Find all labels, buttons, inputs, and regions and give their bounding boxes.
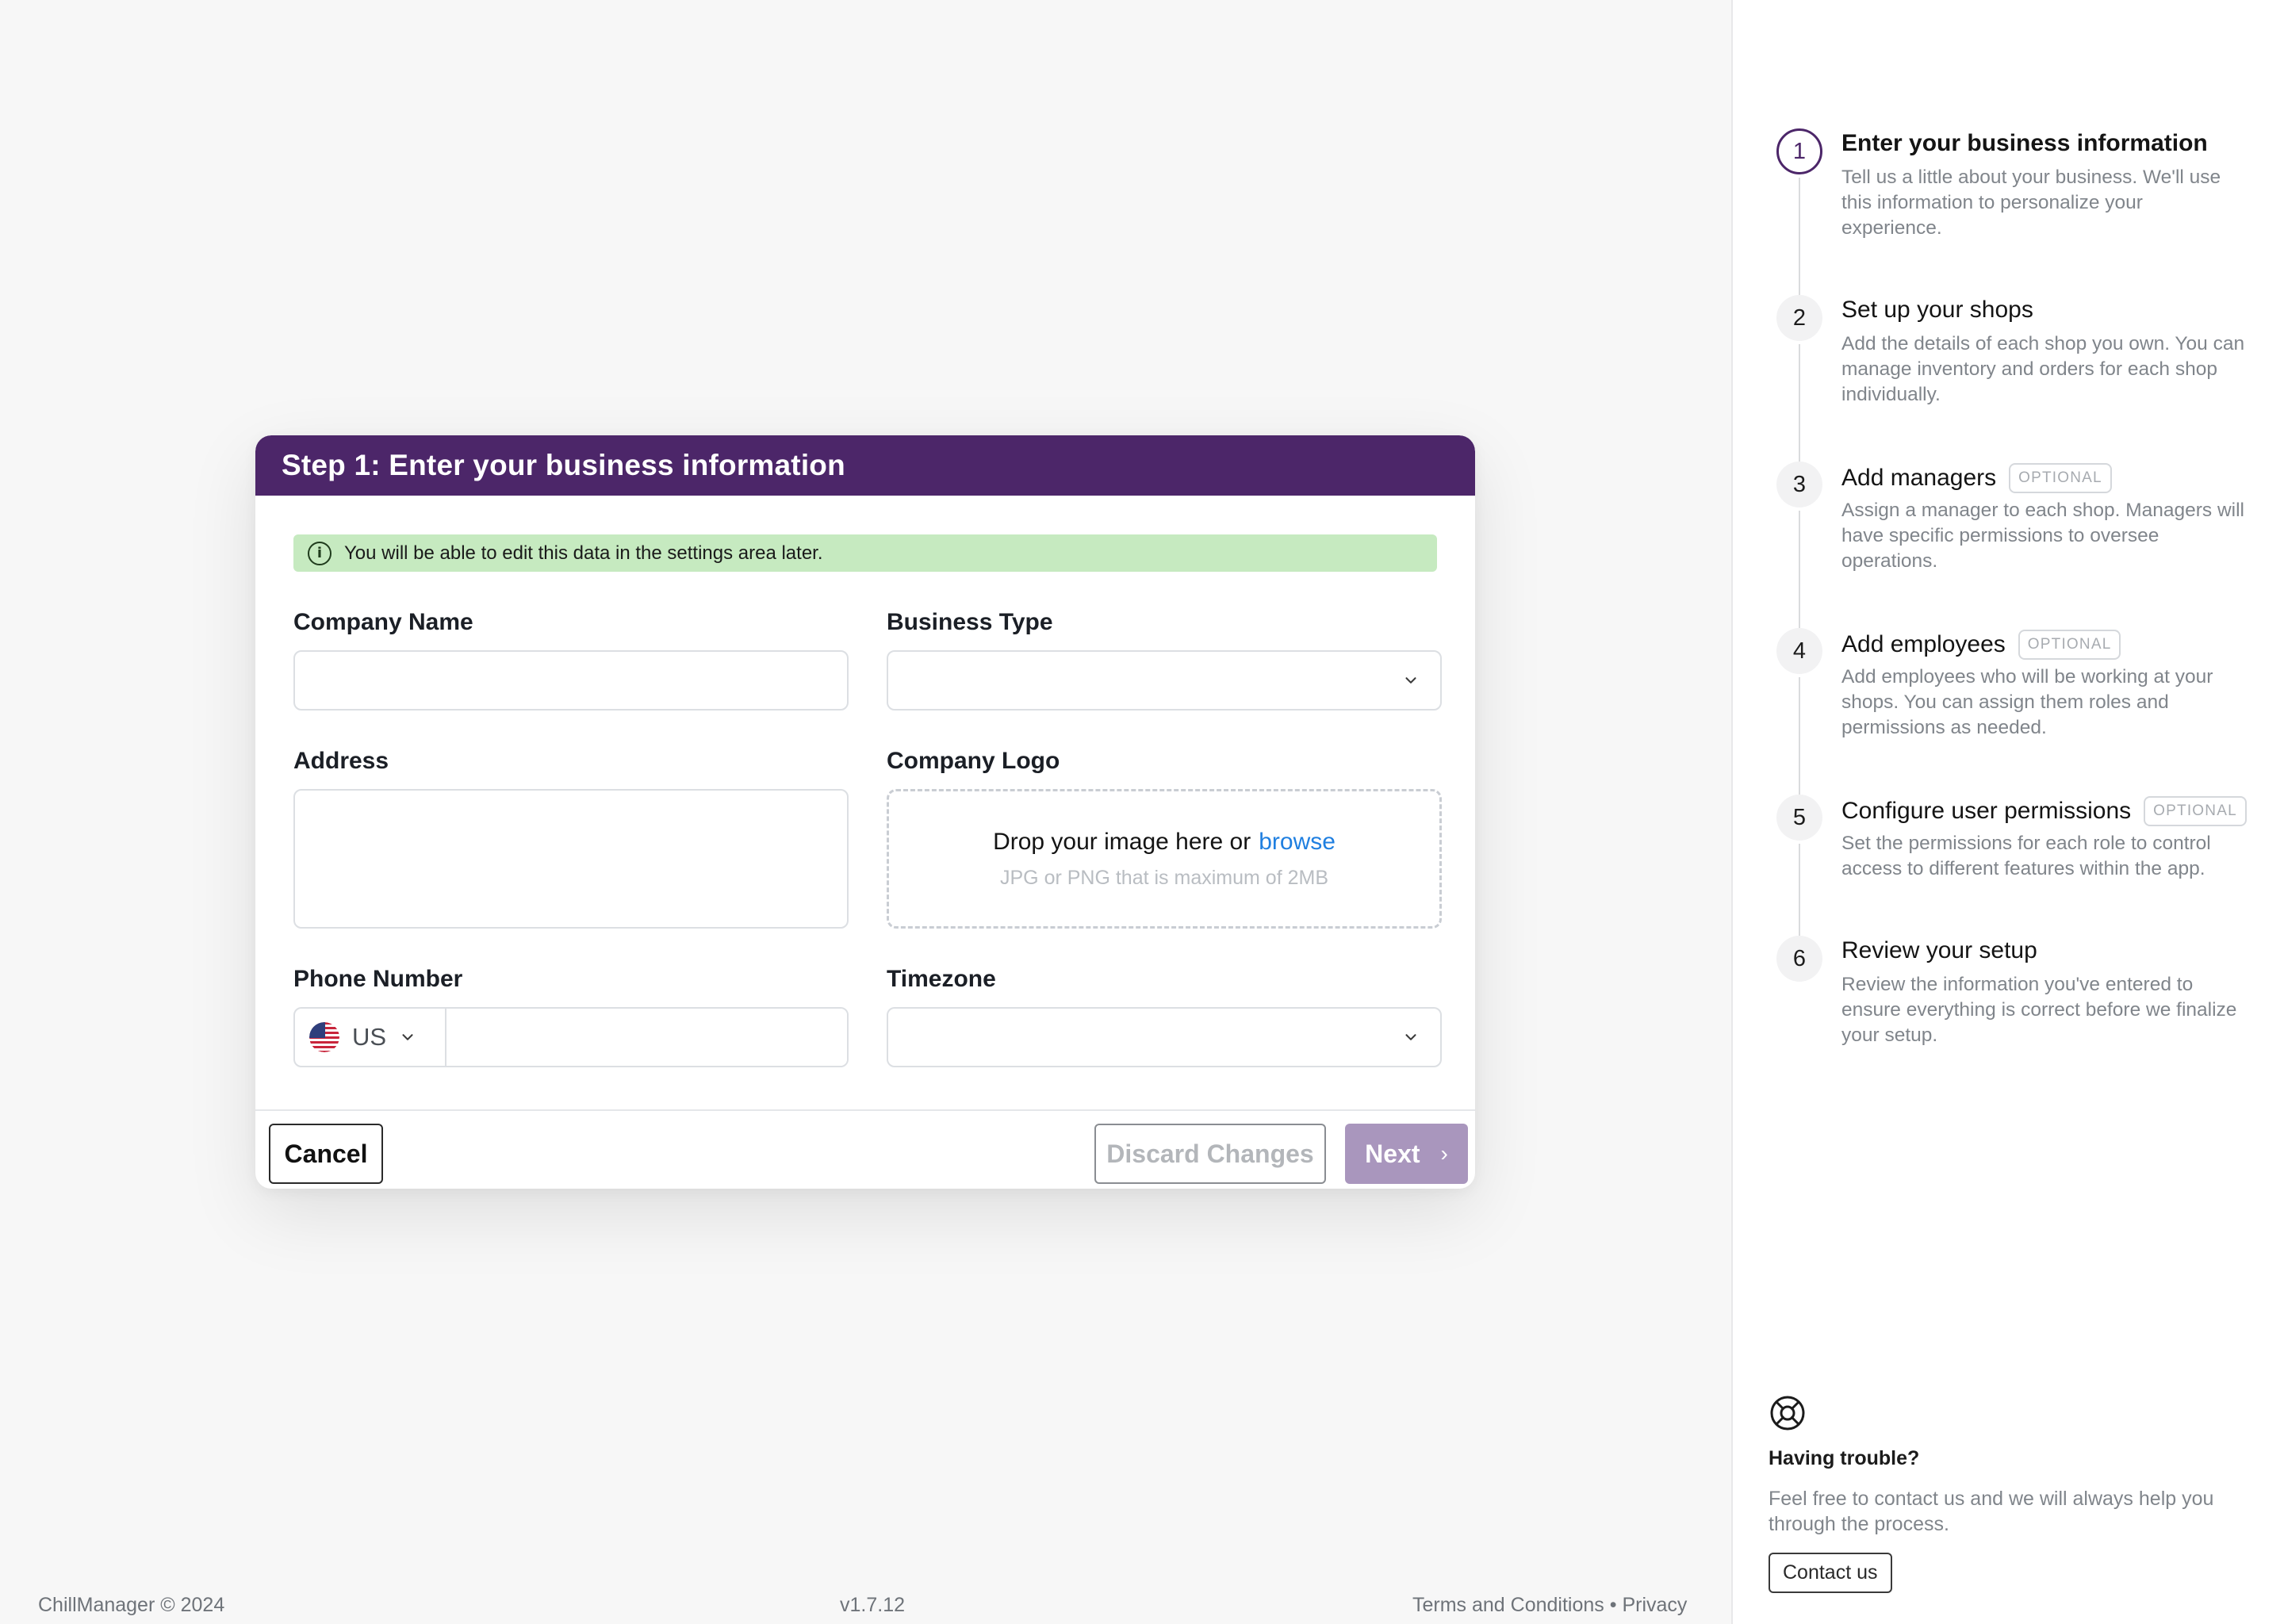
step-title-row: Review your setup (1841, 937, 2037, 964)
chevron-right-icon: › (1440, 1141, 1448, 1166)
card-footer: Cancel Discard Changes Next › (255, 1109, 1475, 1189)
contact-us-button[interactable]: Contact us (1769, 1553, 1892, 1593)
phone-number-input[interactable] (446, 1009, 847, 1066)
setup-steps-sidebar: 1 Enter your business information Tell us … (1731, 0, 2284, 1624)
step-number: 3 (1776, 462, 1822, 508)
discard-changes-button[interactable]: Discard Changes (1094, 1124, 1326, 1184)
step-title: Add managers (1841, 465, 1997, 491)
step-description: Add the details of each shop you own. Yo… (1841, 333, 2245, 405)
phone-input-wrap (446, 1009, 847, 1066)
step-description: Assign a manager to each shop. Managers … (1841, 500, 2244, 572)
timezone-label: Timezone (887, 966, 996, 992)
step-connector (1799, 178, 1800, 297)
company-name-label: Company Name (293, 609, 473, 635)
footer-separator: • (1609, 1594, 1617, 1616)
terms-link[interactable]: Terms and Conditions (1412, 1594, 1604, 1616)
logo-dropzone[interactable]: Drop your image here or browse JPG or PNG… (887, 789, 1442, 929)
footer-links: Terms and Conditions • Privacy (1412, 1594, 1687, 1617)
step-description: Add employees who will be working at you… (1841, 666, 2213, 738)
step-number: 1 (1776, 128, 1822, 174)
help-section: Having trouble? Feel free to contact us … (1769, 1394, 2260, 1593)
step-title: Enter your business information (1841, 130, 2208, 156)
business-type-select[interactable] (887, 650, 1442, 710)
dropzone-text: Drop your image here or (993, 828, 1251, 855)
step-connector (1799, 344, 1800, 463)
next-button[interactable]: Next › (1345, 1124, 1468, 1184)
help-text: Feel free to contact us and we will alwa… (1769, 1488, 2214, 1535)
country-code-value: US (352, 1023, 387, 1051)
country-code-select[interactable]: US (295, 1009, 446, 1066)
step-number: 5 (1776, 795, 1822, 841)
company-name-input-box (293, 650, 849, 710)
card-title: Step 1: Enter your business information (282, 449, 845, 481)
step-description: Review the information you've entered to… (1841, 974, 2237, 1046)
next-button-label: Next (1365, 1139, 1420, 1168)
step-title: Configure user permissions (1841, 798, 2132, 824)
chevron-down-icon (1405, 1034, 1416, 1040)
step-number: 2 (1776, 295, 1822, 341)
timezone-select[interactable] (887, 1007, 1442, 1067)
address-label: Address (293, 748, 389, 774)
chevron-down-icon (1405, 677, 1416, 684)
step-number: 4 (1776, 628, 1822, 674)
dropzone-hint: JPG or PNG that is maximum of 2MB (1000, 866, 1328, 889)
company-logo-label: Company Logo (887, 748, 1060, 774)
address-input-box (293, 789, 849, 929)
privacy-link[interactable]: Privacy (1622, 1594, 1687, 1616)
chevron-down-icon (402, 1034, 413, 1040)
step-connector (1799, 511, 1800, 630)
step-description: Set the permissions for each role to con… (1841, 833, 2211, 879)
info-icon: i (308, 541, 331, 565)
version-text: v1.7.12 (840, 1594, 906, 1616)
browse-link[interactable]: browse (1259, 829, 1336, 855)
step-title: Add employees (1841, 631, 2006, 657)
step-title-row: Enter your business information (1841, 130, 2208, 157)
lifebuoy-icon (1770, 1396, 1805, 1431)
main-area: Step 1: Enter your business information … (0, 0, 1731, 1624)
step-title-row: Add employees OPTIONAL (1841, 630, 2121, 660)
step-connector (1799, 677, 1800, 796)
step-number: 6 (1776, 936, 1822, 982)
help-title: Having trouble? (1769, 1447, 1920, 1469)
copyright-text: ChillManager © 2024 (38, 1594, 225, 1616)
optional-badge: OPTIONAL (2144, 796, 2247, 826)
step-title: Set up your shops (1841, 297, 2033, 323)
phone-number-label: Phone Number (293, 966, 463, 992)
optional-badge: OPTIONAL (2009, 463, 2112, 493)
info-banner: i You will be able to edit this data in … (293, 534, 1437, 572)
step-title-row: Set up your shops (1841, 297, 2033, 324)
step-title-row: Configure user permissions OPTIONAL (1841, 796, 2247, 826)
cancel-button[interactable]: Cancel (269, 1124, 383, 1184)
dropzone-text-line: Drop your image here or browse (993, 829, 1336, 856)
step-connector (1799, 844, 1800, 939)
phone-number-group: US (293, 1007, 849, 1067)
us-flag-icon (309, 1022, 339, 1052)
info-banner-text: You will be able to edit this data in th… (344, 542, 823, 564)
step-description: Tell us a little about your business. We… (1841, 167, 2221, 239)
business-info-card: Step 1: Enter your business information … (255, 435, 1475, 1189)
address-textarea[interactable] (295, 791, 847, 927)
card-header: Step 1: Enter your business information (255, 435, 1475, 496)
company-name-input[interactable] (295, 652, 847, 709)
business-type-label: Business Type (887, 609, 1053, 635)
optional-badge: OPTIONAL (2018, 630, 2121, 660)
step-title-row: Add managers OPTIONAL (1841, 463, 2112, 493)
step-title: Review your setup (1841, 937, 2037, 963)
